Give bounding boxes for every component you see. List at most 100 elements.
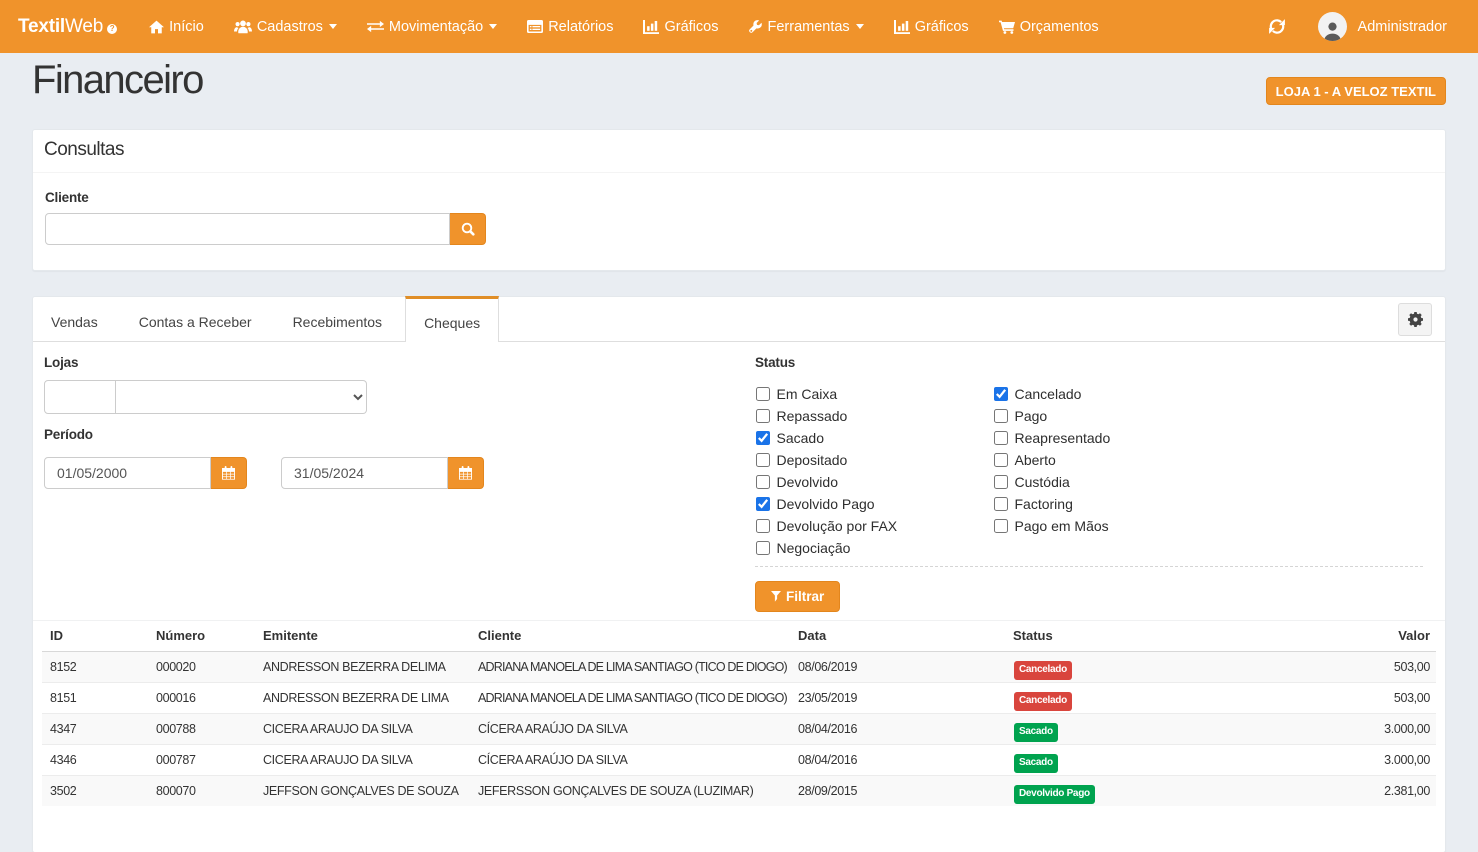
avatar <box>1318 12 1347 41</box>
status-option-devolu-o-por-fax[interactable]: Devolução por FAX <box>755 515 993 537</box>
status-checkbox[interactable] <box>756 541 770 555</box>
nav-item-movimentacao[interactable]: Movimentação <box>352 0 512 53</box>
status-checkbox-label: Pago em Mãos <box>1015 518 1109 534</box>
status-checkbox[interactable] <box>994 453 1008 467</box>
loja-code-input[interactable] <box>44 380 116 414</box>
exchange-icon <box>367 20 384 33</box>
table-cell-status: Cancelado <box>1005 683 1255 714</box>
status-checkbox-label: Negociação <box>777 540 851 556</box>
loja-select[interactable] <box>116 380 367 414</box>
tab-recebimentos[interactable]: Recebimentos <box>275 296 401 341</box>
cliente-input[interactable] <box>45 213 450 245</box>
status-checkbox[interactable] <box>756 475 770 489</box>
navbar-right: Administrador <box>1259 12 1478 41</box>
status-checkbox[interactable] <box>994 497 1008 511</box>
nav-item-relatorios[interactable]: Relatórios <box>512 0 628 53</box>
calendar-icon <box>459 466 472 480</box>
col-header-status: Status <box>1005 621 1255 652</box>
col-header-valor: Valor <box>1255 621 1436 652</box>
status-checkbox[interactable] <box>994 519 1008 533</box>
status-option-pago-em-m-os[interactable]: Pago em Mãos <box>993 515 1110 537</box>
table-cell: 800070 <box>148 776 255 807</box>
status-option-pago[interactable]: Pago <box>993 405 1110 427</box>
status-checkbox-label: Sacado <box>777 430 824 446</box>
nav-item-graficos[interactable]: Gráficos <box>628 0 733 53</box>
nav-item-graficos-2[interactable]: Gráficos <box>879 0 984 53</box>
status-checkbox[interactable] <box>756 387 770 401</box>
status-option-cancelado[interactable]: Cancelado <box>993 383 1110 405</box>
tab-cheques[interactable]: Cheques <box>405 296 499 342</box>
table-cell: JEFERSSON GONÇALVES DE SOUZA (LUZIMAR) <box>470 776 790 807</box>
cliente-input-group <box>45 213 486 245</box>
status-checkbox[interactable] <box>756 431 770 445</box>
col-header-emitente: Emitente <box>255 621 470 652</box>
table-row[interactable]: 8151000016ANDRESSON BEZERRA DE LIMAADRIA… <box>42 683 1436 714</box>
status-checkbox-label: Aberto <box>1015 452 1056 468</box>
wrench-icon <box>748 20 762 34</box>
user-menu[interactable]: Administrador <box>1318 12 1447 41</box>
status-option-sacado[interactable]: Sacado <box>755 427 993 449</box>
tab-vendas[interactable]: Vendas <box>33 296 116 341</box>
status-checkbox[interactable] <box>994 431 1008 445</box>
status-option-devolvido[interactable]: Devolvido <box>755 471 993 493</box>
cliente-search-button[interactable] <box>450 213 486 245</box>
table-cell: 000020 <box>148 652 255 683</box>
table-cell: 23/05/2019 <box>790 683 1005 714</box>
status-checkbox[interactable] <box>756 409 770 423</box>
table-row[interactable]: 4347000788CICERA ARAUJO DA SILVACÍCERA A… <box>42 714 1436 745</box>
table-cell: 28/09/2015 <box>790 776 1005 807</box>
table-cell: 08/04/2016 <box>790 745 1005 776</box>
status-checkbox[interactable] <box>756 519 770 533</box>
tab-contas-a-receber[interactable]: Contas a Receber <box>121 296 270 341</box>
periodo-label: Período <box>44 427 735 442</box>
status-option-repassado[interactable]: Repassado <box>755 405 993 427</box>
table-row[interactable]: 8152000020ANDRESSON BEZERRA DELIMAADRIAN… <box>42 652 1436 683</box>
status-checkbox[interactable] <box>756 497 770 511</box>
col-header-cliente: Cliente <box>470 621 790 652</box>
status-checkbox[interactable] <box>994 475 1008 489</box>
status-option-factoring[interactable]: Factoring <box>993 493 1110 515</box>
table-cell: CÍCERA ARAÚJO DA SILVA <box>470 714 790 745</box>
status-checkbox[interactable] <box>994 387 1008 401</box>
gear-icon <box>1408 312 1423 327</box>
date-from-input[interactable] <box>44 457 211 489</box>
settings-button[interactable] <box>1398 303 1432 336</box>
nav-item-cadastros[interactable]: Cadastros <box>219 0 352 53</box>
lojas-label: Lojas <box>44 355 735 370</box>
table-cell: 08/06/2019 <box>790 652 1005 683</box>
table-cell: ANDRESSON BEZERRA DE LIMA <box>255 683 470 714</box>
status-badge: Devolvido Pago <box>1014 785 1095 804</box>
status-option-depositado[interactable]: Depositado <box>755 449 993 471</box>
status-option-aberto[interactable]: Aberto <box>993 449 1110 471</box>
table-cell-valor: 3.000,00 <box>1255 714 1436 745</box>
date-from-calendar-button[interactable] <box>211 457 247 489</box>
date-from-group <box>44 457 246 489</box>
consultas-panel-title: Consultas <box>33 130 1445 173</box>
status-checkbox[interactable] <box>994 409 1008 423</box>
table-row[interactable]: 4346000787CICERA ARAUJO DA SILVACÍCERA A… <box>42 745 1436 776</box>
refresh-icon[interactable] <box>1259 19 1295 34</box>
filtrar-button[interactable]: Filtrar <box>755 581 840 612</box>
nav-item-inicio[interactable]: Início <box>134 0 219 53</box>
status-column-1: Em CaixaRepassadoSacadoDepositadoDevolvi… <box>755 383 993 559</box>
date-to-input[interactable] <box>281 457 448 489</box>
date-to-calendar-button[interactable] <box>448 457 484 489</box>
table-cell: ADRIANA MANOELA DE LIMA SANTIAGO (TICO D… <box>470 683 790 714</box>
table-cell: 4347 <box>42 714 148 745</box>
users-icon <box>234 20 252 34</box>
store-button[interactable]: LOJA 1 - A VELOZ TEXTIL <box>1266 77 1446 105</box>
table-cell: JEFFSON GONÇALVES DE SOUZA <box>255 776 470 807</box>
status-checkbox[interactable] <box>756 453 770 467</box>
table-row[interactable]: 3502800070JEFFSON GONÇALVES DE SOUZAJEFE… <box>42 776 1436 807</box>
help-question-circle-icon[interactable]: ? <box>107 24 117 34</box>
nav-item-orcamentos[interactable]: Orçamentos <box>984 0 1114 53</box>
status-option-cust-dia[interactable]: Custódia <box>993 471 1110 493</box>
status-option-devolvido-pago[interactable]: Devolvido Pago <box>755 493 993 515</box>
status-checkbox-label: Devolução por FAX <box>777 518 898 534</box>
brand-logo[interactable]: TextilWeb ? <box>18 16 117 38</box>
status-option-reapresentado[interactable]: Reapresentado <box>993 427 1110 449</box>
cheques-table: ID Número Emitente Cliente Data Status V… <box>42 621 1436 806</box>
nav-item-ferramentas[interactable]: Ferramentas <box>733 0 878 53</box>
status-option-em-caixa[interactable]: Em Caixa <box>755 383 993 405</box>
status-option-negocia-o[interactable]: Negociação <box>755 537 993 559</box>
